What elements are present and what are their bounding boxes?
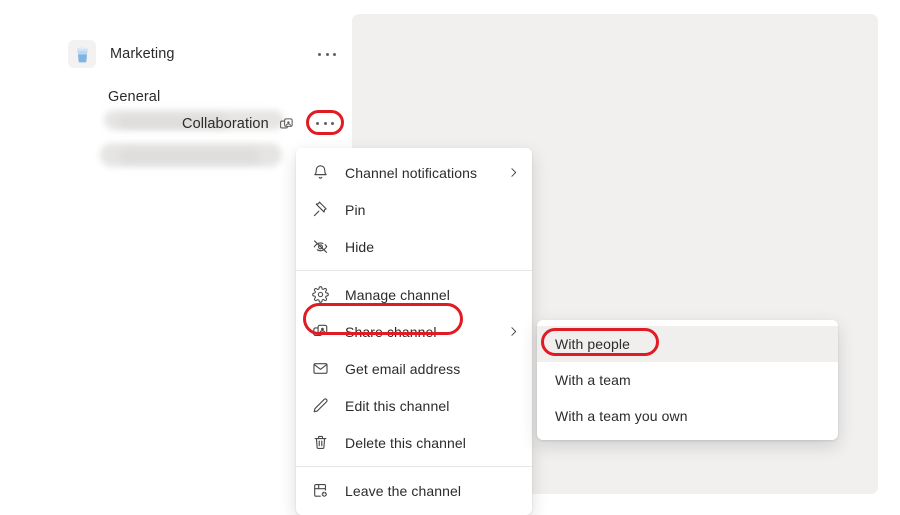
menu-item-pin[interactable]: Pin [296, 191, 532, 228]
pin-icon [309, 201, 331, 218]
shared-channel-icon [279, 117, 294, 132]
submenu-item-label: With a team [555, 372, 631, 388]
menu-item-label: Channel notifications [345, 164, 478, 181]
redacted-block [120, 149, 260, 163]
menu-item-share-channel[interactable]: Share channel [296, 313, 532, 350]
channel-name-label: Collaboration [182, 116, 269, 132]
menu-item-label: Leave the channel [345, 482, 462, 499]
share-channel-icon [309, 323, 331, 340]
menu-item-delete-this-channel[interactable]: Delete this channel [296, 424, 532, 461]
menu-item-label: Get email address [345, 360, 461, 377]
leave-channel-icon [309, 482, 331, 499]
menu-item-label: Delete this channel [345, 434, 466, 451]
team-avatar-icon [68, 40, 96, 68]
menu-item-label: Edit this channel [345, 397, 450, 414]
submenu-item-with-a-team[interactable]: With a team [537, 362, 838, 398]
team-more-options-icon[interactable] [314, 45, 340, 63]
pencil-icon [309, 397, 331, 414]
trash-icon [309, 434, 331, 451]
submenu-item-with-people[interactable]: With people [537, 326, 838, 362]
chevron-right-icon [507, 166, 522, 179]
menu-separator [296, 466, 532, 467]
channel-name-label: General [108, 89, 161, 105]
menu-separator [296, 270, 532, 271]
menu-item-edit-this-channel[interactable]: Edit this channel [296, 387, 532, 424]
submenu-item-label: With a team you own [555, 408, 688, 424]
menu-item-label: Pin [345, 201, 366, 218]
menu-item-leave-the-channel[interactable]: Leave the channel [296, 472, 532, 509]
menu-item-label: Manage channel [345, 286, 450, 303]
envelope-icon [309, 360, 331, 377]
share-channel-submenu: With people With a team With a team you … [537, 320, 838, 440]
menu-item-hide[interactable]: Hide [296, 228, 532, 265]
channel-row-collaboration[interactable]: Collaboration [182, 108, 294, 140]
submenu-item-label: With people [555, 336, 631, 352]
gear-icon [309, 286, 331, 303]
collaboration-more-options-icon[interactable] [312, 114, 338, 132]
menu-item-manage-channel[interactable]: Manage channel [296, 276, 532, 313]
team-row-marketing[interactable]: Marketing [68, 38, 336, 70]
menu-item-label: Share channel [345, 323, 437, 340]
menu-item-channel-notifications[interactable]: Channel notifications [296, 154, 532, 191]
chevron-right-icon [507, 325, 522, 338]
menu-item-label: Hide [345, 238, 375, 255]
channel-context-menu: Channel notifications Pin Hide Manage ch… [296, 148, 532, 515]
eye-off-icon [309, 238, 331, 255]
submenu-item-with-a-team-you-own[interactable]: With a team you own [537, 398, 838, 434]
team-name-label: Marketing [110, 46, 175, 62]
channel-row-general[interactable]: General [108, 81, 160, 113]
bell-icon [309, 164, 331, 181]
menu-item-get-email-address[interactable]: Get email address [296, 350, 532, 387]
